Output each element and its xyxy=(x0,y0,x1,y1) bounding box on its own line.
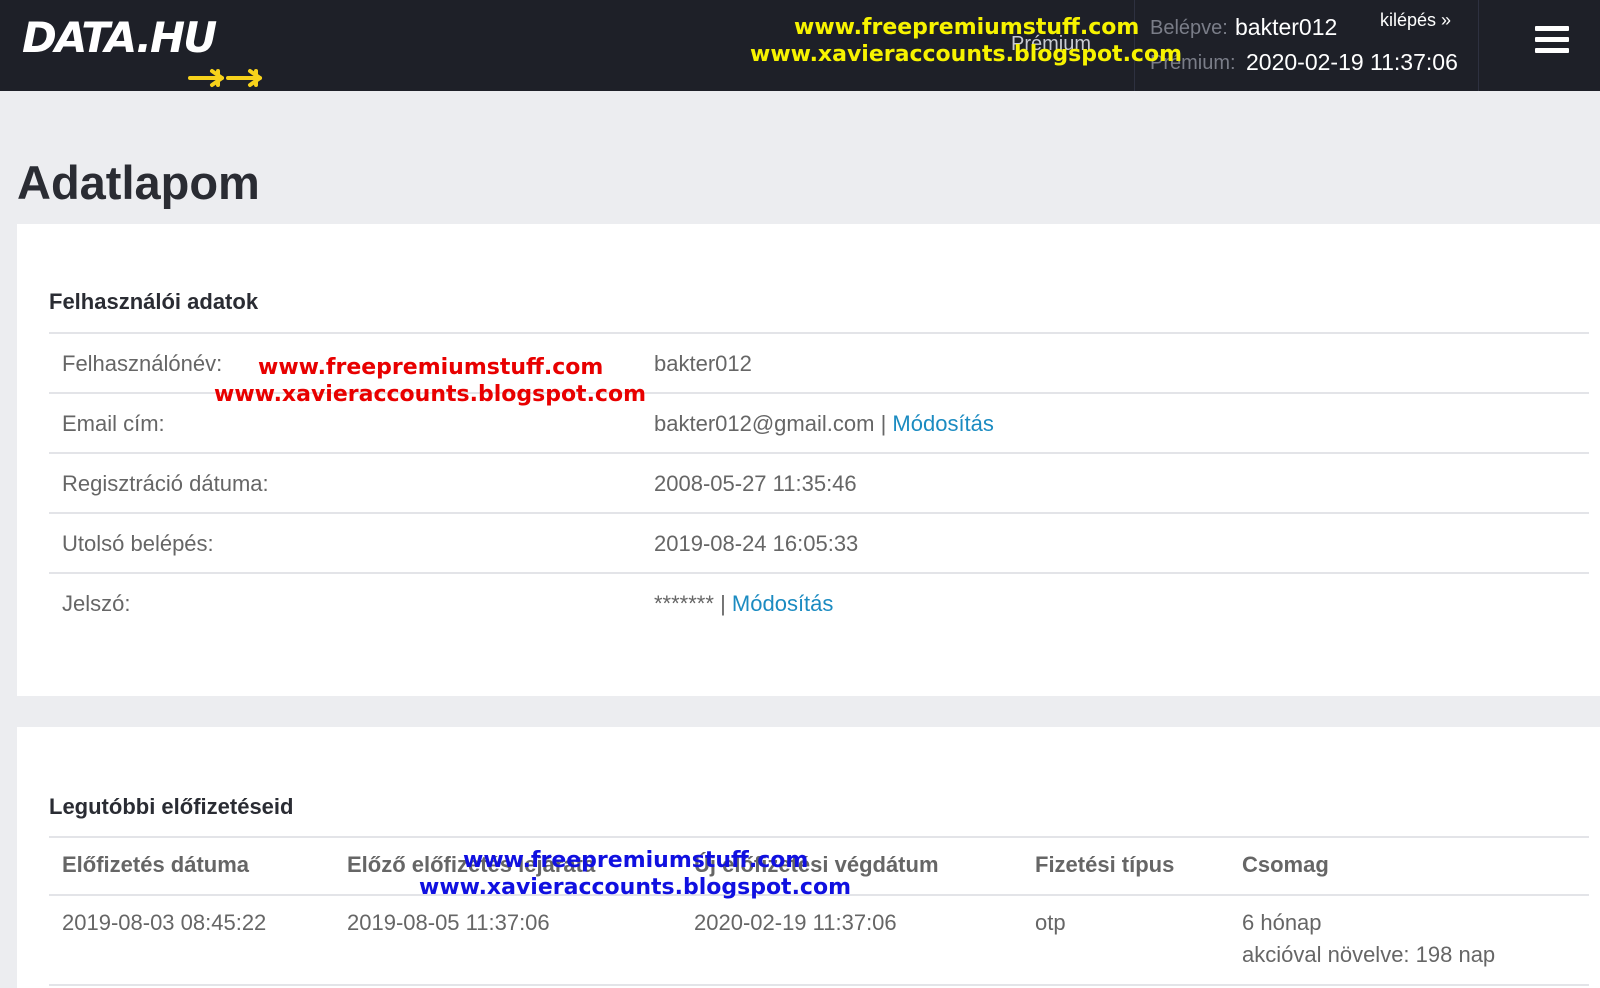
new-end-date: 2020-02-19 11:37:06 xyxy=(694,910,897,935)
email-label: Email cím: xyxy=(62,411,165,436)
row-divider xyxy=(49,512,1589,514)
column-header: Fizetési típus xyxy=(1035,852,1175,877)
watermark-header-line2: www.xavieraccounts.blogspot.com xyxy=(750,42,1183,67)
row-divider xyxy=(49,332,1589,334)
column-header: Előfizetés dátuma xyxy=(62,852,250,877)
email-value: bakter012@gmail.com xyxy=(654,411,875,436)
separator: | xyxy=(880,411,887,436)
logout-link[interactable]: kilépés » xyxy=(1380,10,1451,31)
watermark-subs-line1: www.freepremiumstuff.com xyxy=(463,848,809,873)
subscriptions-card: Legutóbbi előfizetéseid Előfizetés dátum… xyxy=(17,727,1600,988)
top-navigation-bar: DATA.HU Belépve: bakter012 kilépés » Pré… xyxy=(0,0,1600,91)
email-row-value: bakter012@gmail.com | Módosítás xyxy=(654,411,994,437)
separator: | xyxy=(720,591,726,616)
last-login-label: Utolsó belépés: xyxy=(62,531,214,556)
page-title: Adatlapom xyxy=(17,156,260,209)
site-logo[interactable]: DATA.HU xyxy=(22,13,262,87)
table-divider xyxy=(49,836,1589,838)
logo-arrows-icon xyxy=(188,69,262,87)
username-value: bakter012 xyxy=(654,351,752,376)
registration-date-value: 2008-05-27 11:35:46 xyxy=(654,471,857,496)
registration-date-label: Regisztráció dátuma: xyxy=(62,471,269,496)
payment-type: otp xyxy=(1035,910,1066,935)
hamburger-menu-icon[interactable] xyxy=(1535,26,1569,56)
user-data-title: Felhasználói adatok xyxy=(49,289,259,314)
subscriptions-title: Legutóbbi előfizetéseid xyxy=(49,794,294,819)
watermark-user-line1: www.freepremiumstuff.com xyxy=(258,355,604,380)
package-extra: akcióval növelve: 198 nap xyxy=(1242,942,1496,967)
email-modify-link[interactable]: Módosítás xyxy=(892,411,994,436)
column-header: Csomag xyxy=(1242,852,1329,877)
watermark-subs-line2: www.xavieraccounts.blogspot.com xyxy=(419,875,852,900)
last-login-value: 2019-08-24 16:05:33 xyxy=(654,531,859,556)
package: 6 hónap xyxy=(1242,910,1322,935)
user-data-card: Felhasználói adatok Felhasználónév: bakt… xyxy=(17,224,1600,696)
watermark-user-line2: www.xavieraccounts.blogspot.com xyxy=(214,382,647,407)
watermark-header-line1: www.freepremiumstuff.com xyxy=(794,15,1140,40)
subscription-date: 2019-08-03 08:45:22 xyxy=(62,910,267,935)
password-modify-link[interactable]: Módosítás xyxy=(732,591,834,616)
premium-expiry: 2020-02-19 11:37:06 xyxy=(1246,49,1458,75)
username-label: Felhasználónév: xyxy=(62,351,223,376)
logo-text: DATA.HU xyxy=(22,13,217,62)
header-username: bakter012 xyxy=(1235,14,1338,40)
password-value: ******* xyxy=(654,591,714,616)
previous-expiry: 2019-08-05 11:37:06 xyxy=(347,910,550,935)
row-divider xyxy=(49,452,1589,454)
table-divider xyxy=(49,984,1589,986)
logged-in-label: Belépve: xyxy=(1150,17,1228,39)
row-divider xyxy=(49,572,1589,574)
password-label: Jelszó: xyxy=(62,591,131,616)
password-row-value: ******* | Módosítás xyxy=(654,591,833,617)
